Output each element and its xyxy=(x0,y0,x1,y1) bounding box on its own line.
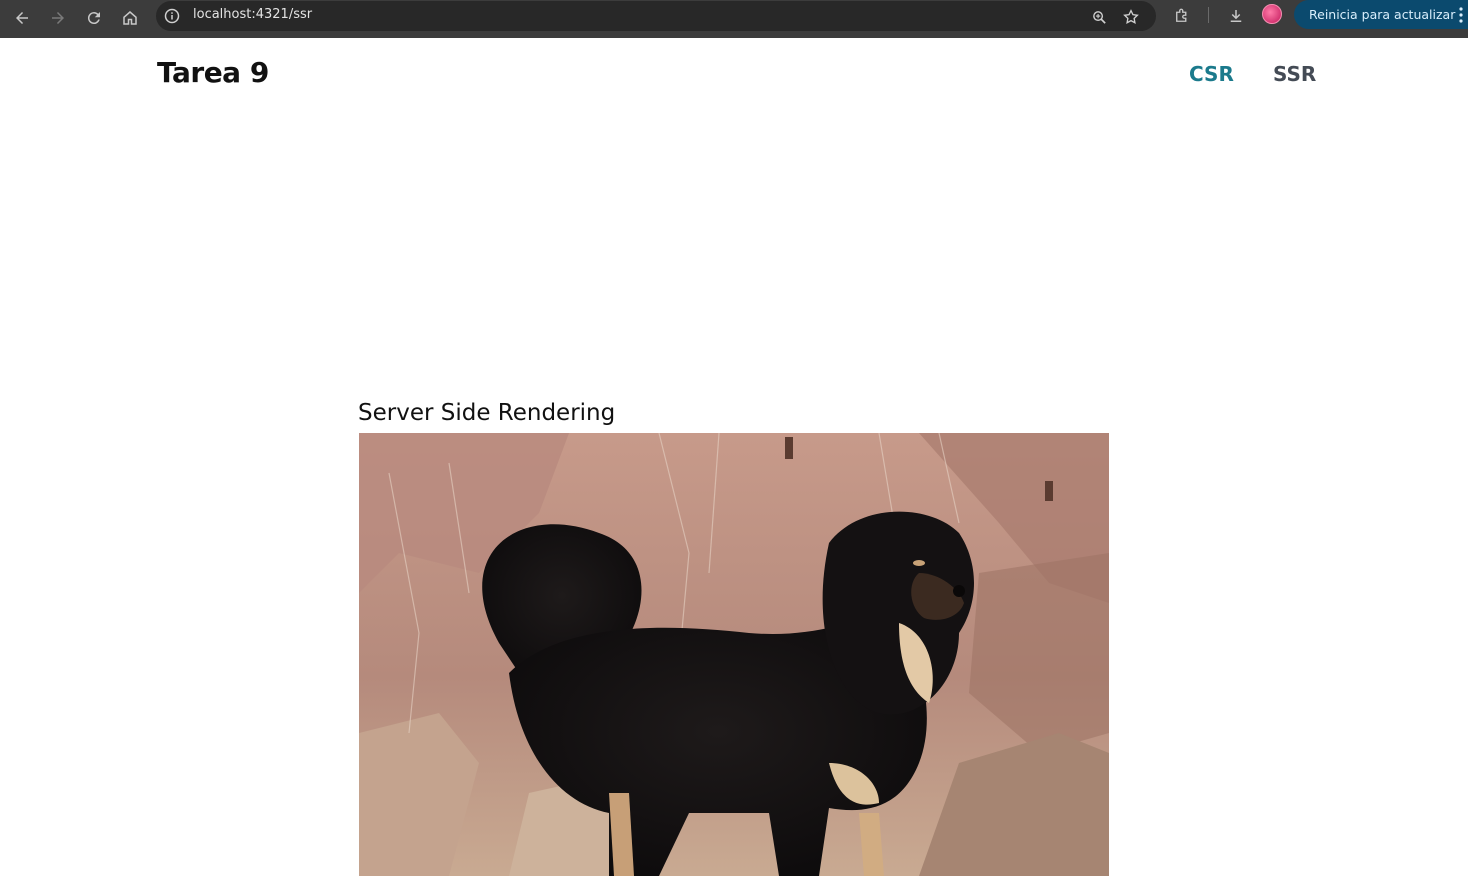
dog-photo-illustration xyxy=(359,433,1109,876)
extensions-button[interactable] xyxy=(1169,3,1195,29)
nav-link-ssr[interactable]: SSR xyxy=(1273,62,1316,86)
address-bar[interactable]: localhost:4321/ssr xyxy=(156,1,1156,31)
update-button[interactable]: Reinicia para actualizar xyxy=(1294,0,1468,29)
home-button[interactable] xyxy=(116,4,144,32)
reload-button[interactable] xyxy=(80,4,108,32)
browser-toolbar: localhost:4321/ssr Reinicia para actuali… xyxy=(0,0,1468,38)
menu-dots-icon[interactable] xyxy=(1458,6,1464,24)
puzzle-icon xyxy=(1176,8,1187,22)
site-header: Tarea 9 CSR SSR xyxy=(0,38,1468,110)
dog-image xyxy=(359,433,1109,876)
arrow-left-icon xyxy=(16,12,28,24)
download-icon xyxy=(1230,10,1242,22)
url-text[interactable]: localhost:4321/ssr xyxy=(193,7,312,22)
home-icon xyxy=(123,11,137,25)
forward-button[interactable] xyxy=(44,4,72,32)
toolbar-divider xyxy=(1208,7,1209,23)
back-button[interactable] xyxy=(8,4,36,32)
site-info-icon[interactable] xyxy=(162,6,182,26)
downloads-button[interactable] xyxy=(1223,3,1249,29)
arrow-right-icon xyxy=(52,12,64,24)
profile-avatar[interactable] xyxy=(1262,4,1282,24)
site-title[interactable]: Tarea 9 xyxy=(157,56,269,89)
page-heading: Server Side Rendering xyxy=(358,400,616,426)
update-button-label: Reinicia para actualizar xyxy=(1309,7,1456,22)
bookmark-star-icon[interactable] xyxy=(1120,6,1142,28)
zoom-icon[interactable] xyxy=(1088,6,1110,28)
reload-icon xyxy=(87,12,100,25)
nav-link-csr[interactable]: CSR xyxy=(1189,62,1234,86)
